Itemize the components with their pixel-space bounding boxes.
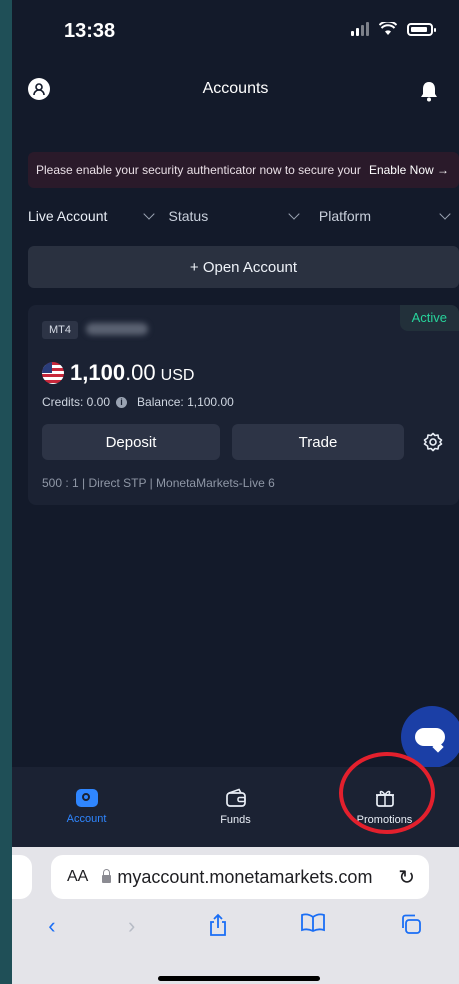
gift-icon — [375, 790, 394, 807]
platform-badge: MT4 — [42, 321, 78, 339]
wifi-icon — [379, 22, 397, 35]
nav-funds[interactable]: Funds — [161, 767, 310, 847]
lock-icon — [102, 869, 112, 883]
cellular-signal-icon — [351, 22, 369, 36]
browser-chrome: AA myaccount.monetamarkets.com ↻ ‹ › — [12, 847, 459, 984]
currency: USD — [160, 367, 195, 384]
forward-icon[interactable]: › — [128, 913, 135, 939]
reload-icon[interactable]: ↻ — [398, 865, 415, 890]
filter-platform[interactable]: Platform — [318, 208, 451, 224]
banner-text: Please enable your security authenticato… — [36, 163, 361, 177]
account-balance: 1,100.00 USD — [70, 360, 194, 386]
back-icon[interactable]: ‹ — [48, 913, 55, 939]
nav-account[interactable]: Account — [12, 767, 161, 847]
app-screen: 13:38 Accounts Please enable your securi… — [12, 0, 459, 984]
filter-label: Platform — [318, 208, 371, 224]
bell-icon[interactable] — [419, 80, 439, 102]
chevron-down-icon — [439, 208, 451, 220]
filter-label: Live Account — [28, 208, 108, 224]
chevron-down-icon — [288, 208, 300, 220]
security-banner: Please enable your security authenticato… — [28, 152, 459, 188]
bookmarks-icon[interactable] — [300, 913, 326, 933]
status-time: 13:38 — [64, 20, 116, 42]
url-text: myaccount.monetamarkets.com — [117, 866, 373, 887]
filter-label: Status — [168, 208, 209, 224]
account-icon — [75, 789, 98, 807]
home-indicator — [158, 976, 320, 981]
balance-decimals: .00 — [125, 360, 156, 385]
address-bar[interactable]: AA myaccount.monetamarkets.com ↻ — [51, 855, 429, 899]
wallet-icon — [225, 788, 246, 807]
balance-main: 1,100 — [70, 360, 126, 385]
trade-button[interactable]: Trade — [232, 424, 404, 460]
account-meta: 500 : 1 | Direct STP | MonetaMarkets-Liv… — [42, 476, 275, 490]
page-title: Accounts — [202, 80, 269, 97]
tabs-icon[interactable] — [399, 913, 423, 935]
nav-label: Promotions — [356, 814, 413, 826]
filter-account-type[interactable]: Live Account — [28, 208, 157, 224]
enable-now-link[interactable]: Enable Now → — [361, 163, 459, 177]
share-icon[interactable] — [208, 913, 228, 937]
chat-bubble-icon — [415, 728, 445, 746]
deposit-button[interactable]: Deposit — [42, 424, 220, 460]
account-number-redacted — [86, 323, 148, 335]
previous-tab-pill[interactable] — [12, 855, 32, 899]
us-flag-icon — [42, 362, 64, 384]
reader-aa-button[interactable]: AA — [67, 868, 88, 886]
nav-label: Account — [66, 813, 107, 825]
filter-status[interactable]: Status — [169, 208, 307, 224]
status-icons — [351, 22, 436, 36]
chevron-down-icon — [143, 208, 156, 220]
battery-icon — [407, 22, 436, 36]
nav-label: Funds — [220, 814, 251, 826]
bottom-nav: Account Funds Promotions — [12, 767, 459, 847]
gear-icon[interactable] — [423, 432, 443, 452]
status-badge: Active — [399, 305, 459, 331]
account-card: MT4 Active 1,100.00 USD Credits: 0.00 i B… — [28, 305, 459, 505]
browser-toolbar: ‹ › — [12, 913, 459, 939]
info-icon[interactable]: i — [116, 396, 128, 408]
open-account-button[interactable]: + Open Account — [28, 246, 459, 288]
credits-label: Credits: 0.00 — [42, 395, 111, 409]
credits-row: Credits: 0.00 i Balance: 1,100.00 — [42, 395, 234, 409]
balance-label: Balance: 1,100.00 — [137, 395, 234, 409]
nav-promotions[interactable]: Promotions — [310, 767, 459, 847]
filter-bar: Live Account Status Platform — [28, 208, 451, 224]
chat-button[interactable] — [401, 706, 459, 768]
